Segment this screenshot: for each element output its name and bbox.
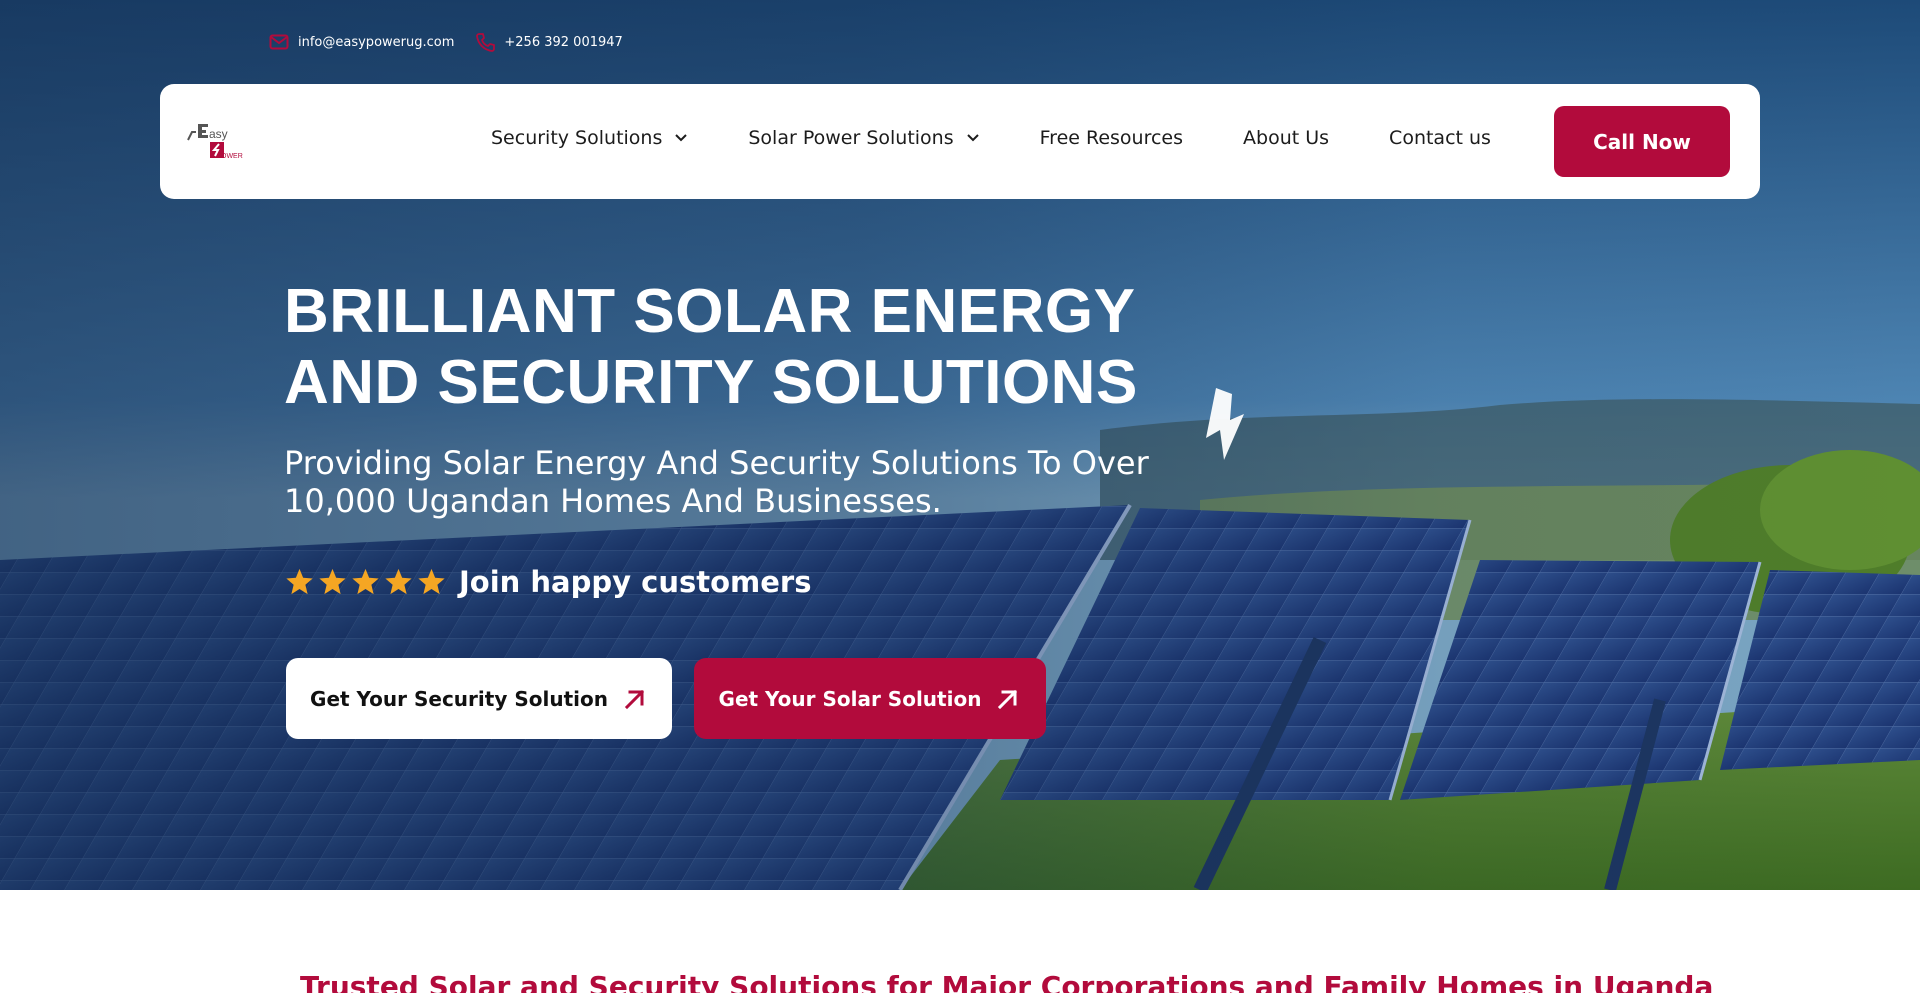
arrow-up-right-icon [998,689,1018,709]
rating-text: Join happy customers [459,565,812,599]
nav-item-free-resources[interactable]: Free Resources [1040,127,1183,149]
nav-item-security-solutions[interactable]: Security Solutions [491,127,688,149]
svg-text:OWER: OWER [221,153,243,160]
nav-item-solar-power-solutions[interactable]: Solar Power Solutions [748,127,979,149]
star-icon [352,568,379,595]
star-icon [319,568,346,595]
phone-icon [474,32,496,52]
email-contact[interactable]: info@easypowerug.com [268,32,454,52]
chevron-down-icon [675,134,688,142]
svg-text:asy: asy [209,127,228,141]
star-icon [418,568,445,595]
nav-item-about-us[interactable]: About Us [1243,127,1329,149]
hero-subheadline: Providing Solar Energy And Security Solu… [284,444,1184,520]
navigation-card: asy OWER Security Solutions Solar Power … [160,84,1760,199]
email-text[interactable]: info@easypowerug.com [298,35,454,50]
contact-bar: info@easypowerug.com +256 392 001947 [268,32,643,52]
trusted-section-heading: Trusted Solar and Security Solutions for… [300,970,1714,993]
hero-headline-line1: BRILLIANT SOLAR ENERGY [284,277,1136,346]
nav-item-label: Solar Power Solutions [748,127,954,149]
lightning-bolt-icon [1206,388,1244,460]
nav-item-label: Contact us [1389,127,1491,149]
nav-item-label: Free Resources [1039,127,1184,149]
get-security-solution-button[interactable]: Get Your Security Solution [286,658,672,739]
company-logo[interactable]: asy OWER [186,118,246,166]
phone-text[interactable]: +256 392 001947 [504,35,622,50]
hero-headline: BRILLIANT SOLAR ENERGY AND SECURITY SOLU… [284,276,1184,418]
arrow-up-right-icon [624,689,645,709]
star-rating [284,567,449,597]
star-icon [286,568,313,595]
phone-contact[interactable]: +256 392 001947 [474,32,623,52]
get-solar-solution-button[interactable]: Get Your Solar Solution [694,658,1046,739]
nav-item-label: Security Solutions [491,127,663,149]
call-now-button[interactable]: Call Now [1554,106,1730,177]
button-label: Get Your Security Solution [310,686,608,711]
easy-power-logo-icon: asy OWER [187,124,243,160]
nav-item-label: About Us [1243,127,1330,149]
nav-item-contact-us[interactable]: Contact us [1389,127,1491,149]
hero-headline-line2: AND SECURITY SOLUTIONS [284,348,1138,417]
main-nav: Security Solutions Solar Power Solutions… [491,118,1491,158]
customer-rating: Join happy customers [284,562,811,602]
hero-subheadline-line1: Providing Solar Energy And Security Solu… [284,444,1149,482]
envelope-icon [268,32,290,52]
star-icon [385,568,412,595]
chevron-down-icon [966,134,979,142]
button-label: Get Your Solar Solution [718,686,982,711]
hero-subheadline-line2: 10,000 Ugandan Homes And Businesses. [284,482,942,520]
